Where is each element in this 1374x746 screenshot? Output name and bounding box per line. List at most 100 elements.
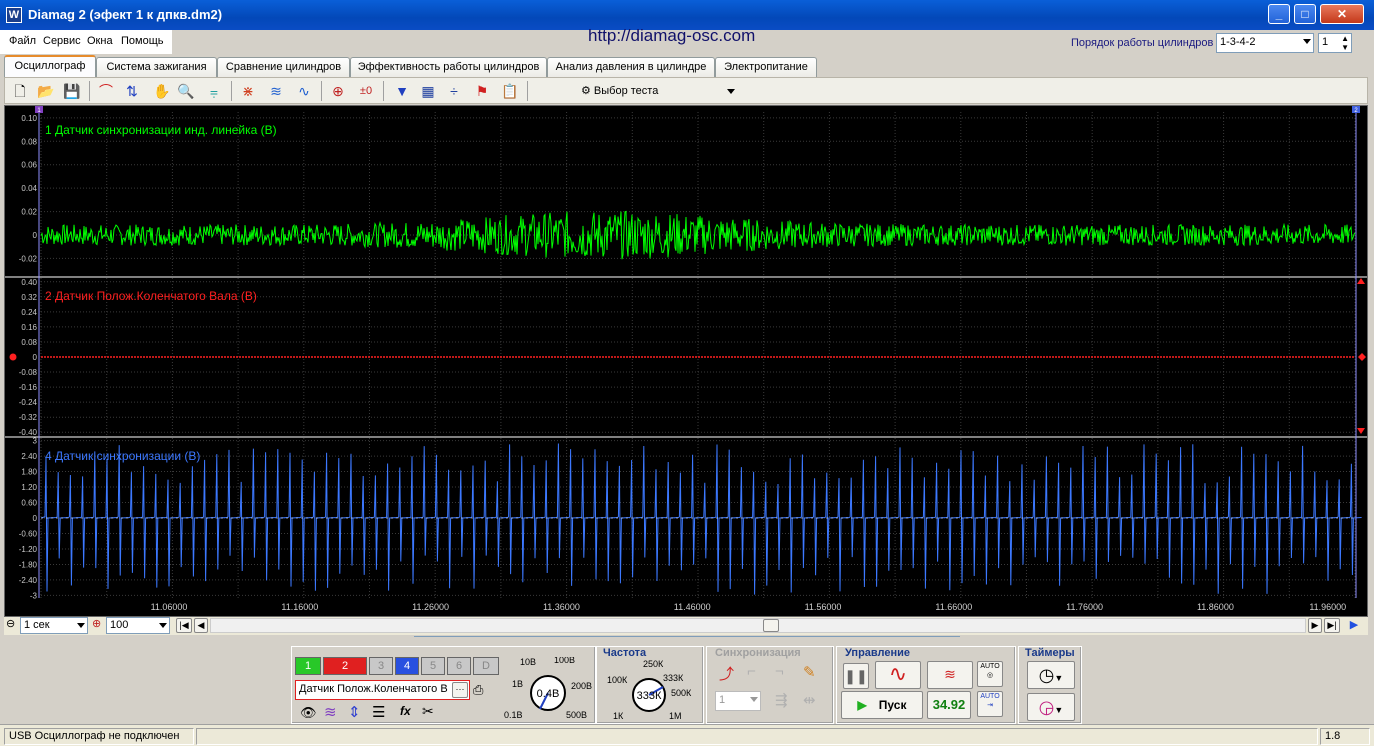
filter-icon[interactable]: ⩦ [203, 81, 225, 101]
printer-icon[interactable]: ⎙ [473, 682, 491, 700]
channel-button-6[interactable]: 6 [447, 657, 471, 675]
more-button[interactable]: ··· [452, 682, 468, 698]
sync-offset-icon[interactable]: ⇹ [803, 691, 816, 709]
voltage-value: 0.4В [537, 688, 560, 700]
cylinder-order-select[interactable]: 1-3-4-2 [1216, 33, 1314, 53]
goto-start-button[interactable]: |◀ [176, 618, 192, 633]
notes-icon[interactable]: 📋 [499, 81, 521, 101]
lines-icon[interactable]: ☰ [372, 703, 385, 721]
sync-icon[interactable]: ⌒ [95, 81, 117, 101]
website-url[interactable]: http://diamag-osc.com [588, 26, 755, 46]
channel-button-4[interactable]: 4 [395, 657, 419, 675]
scroll-right-button[interactable]: ▶ [1308, 618, 1322, 633]
divider-icon[interactable]: ÷ [443, 81, 465, 101]
auto-button[interactable]: AUTO ◎ [977, 661, 1003, 687]
channel-button-3[interactable]: 3 [369, 657, 393, 675]
rising-edge-icon[interactable]: ⤴ [719, 663, 734, 684]
zoom-icon[interactable]: 🔍 [175, 81, 197, 101]
test-select[interactable]: ⚙ Выбор теста [579, 81, 737, 101]
y-tick-label: 0.60 [21, 499, 37, 508]
save-icon[interactable]: 💾 [61, 81, 83, 101]
tab-pressure-analysis[interactable]: Анализ давления в цилиндре [547, 57, 715, 77]
toolbar: 🗋 📂 💾 ⌒ ⇅ ✋ 🔍 ⩦ ⋇ ≋ ∿ ⊕ ±0 ▼ ▦ ÷ ⚑ 📋 ⚙ В… [4, 77, 1368, 104]
oscilloscope-plot[interactable]: 0.10 0.08 0.06 0.04 0.02 0 -0.02 1 Датчик синхр… [5, 106, 1367, 616]
frequency-knob[interactable]: 333К 250К 100К 333К 500К 1К 1М [601, 659, 701, 723]
zoom-in-icon[interactable]: ⊕ [92, 618, 104, 631]
menu-windows[interactable]: Окна [87, 35, 113, 47]
spin-arrows-icon[interactable]: ▲ ▼ [1341, 34, 1349, 52]
tab-cylinder-compare[interactable]: Сравнение цилиндров [217, 57, 350, 77]
cursor-icon[interactable]: ⇅ [121, 81, 143, 101]
close-button[interactable]: ✕ [1320, 4, 1364, 24]
channel-button-1[interactable]: 1 [295, 657, 321, 675]
eye-icon[interactable]: 👁 [300, 705, 317, 721]
start-label: Пуск [878, 698, 907, 712]
y-tick-label: -2.40 [19, 576, 38, 585]
volt-mark: 500В [566, 710, 587, 720]
freq-mark: 333К [663, 673, 684, 683]
clock-icon: ◷ [1038, 665, 1055, 685]
minimize-button[interactable]: _ [1268, 4, 1290, 24]
channel-button-5[interactable]: 5 [421, 657, 445, 675]
open-folder-icon[interactable]: 📂 [35, 81, 57, 101]
sync-channel-select[interactable]: 1 [715, 691, 761, 711]
oscilloscope-view[interactable]: 0.10 0.08 0.06 0.04 0.02 0 -0.02 1 Датчик синхр… [4, 105, 1368, 617]
tab-ignition[interactable]: Система зажигания [96, 57, 217, 77]
auto-sync-button[interactable]: AUTO ⇥ [977, 691, 1003, 717]
function-icon[interactable]: fx [400, 704, 411, 718]
test-select-label: Выбор теста [593, 85, 659, 97]
tab-power[interactable]: Электропитание [715, 57, 817, 77]
play-icon[interactable]: ▶ [1344, 618, 1364, 633]
flag-icon[interactable]: ⚑ [471, 81, 493, 101]
waves-icon[interactable]: ∿ [293, 81, 315, 101]
auto-sync-icon[interactable]: ✎ [803, 663, 816, 681]
start-button[interactable]: ▶ Пуск [841, 691, 923, 719]
overlay-icon[interactable]: ≋ [265, 81, 287, 101]
tab-oscilloscope[interactable]: Осциллограф [4, 55, 96, 77]
grid-icon[interactable]: ▦ [417, 81, 439, 101]
menu-help[interactable]: Помощь [121, 35, 164, 47]
multi-wave-button[interactable]: ≋ [927, 661, 973, 689]
panel-splitter[interactable] [414, 636, 960, 640]
timer-stopwatch-button[interactable]: ◶▼ [1027, 693, 1075, 721]
y-tick-label: 2.40 [21, 452, 37, 461]
scrollbar-thumb[interactable] [763, 619, 779, 632]
channel-button-2[interactable]: 2 [323, 657, 367, 675]
menu-file[interactable]: Файл [9, 35, 36, 47]
timer-clock-button[interactable]: ◷▼ [1027, 661, 1075, 689]
sync-level-icon[interactable]: ⇶ [775, 691, 788, 709]
y-tick-label: -0.02 [19, 254, 38, 263]
scroll-left-button[interactable]: ◀ [194, 618, 208, 633]
vertical-move-icon[interactable]: ⇕ [348, 703, 361, 721]
y-tick-label: -0.16 [19, 383, 38, 392]
tools-icon[interactable]: ✂ [422, 703, 434, 720]
menu-service[interactable]: Сервис [43, 35, 81, 47]
timers-group: Таймеры ◷▼ ◶▼ [1018, 646, 1082, 724]
channel-button-digital[interactable]: D [473, 657, 499, 675]
zero-icon[interactable]: ±0 [355, 81, 377, 101]
step-up-icon[interactable]: ⌐ [747, 663, 756, 680]
voltage-knob[interactable]: 0.4В 10В 100В 1В 200В 0.1В 500В [500, 657, 596, 723]
time-scale-select[interactable]: 1 сек [20, 617, 88, 634]
channel-name-field[interactable]: Датчик Полож.Коленчатого В [295, 680, 470, 700]
sine-wave-button[interactable]: ∿ [875, 661, 921, 689]
zoom-select[interactable]: 100 [106, 617, 170, 634]
hand-icon[interactable]: ✋ [151, 81, 173, 101]
marker-icon[interactable]: ▼ [391, 81, 413, 101]
toolbar-separator [527, 81, 528, 101]
cylinder-spin-value: 1 [1322, 36, 1329, 48]
cylinder-spin[interactable]: 1 ▲ ▼ [1318, 33, 1352, 53]
time-scrollbar[interactable] [210, 618, 1306, 633]
tab-cylinder-efficiency[interactable]: Эффективность работы цилиндров [350, 57, 547, 77]
auto-icon[interactable]: ⊕ [327, 81, 349, 101]
step-down-icon[interactable]: ¬ [775, 663, 784, 680]
zoom-out-icon[interactable]: ⊖ [6, 618, 18, 632]
new-file-icon[interactable]: 🗋 [9, 81, 31, 101]
app-icon: W [6, 7, 22, 23]
pause-icon[interactable]: ❚❚ [843, 663, 869, 689]
noise-icon[interactable]: ≋ [324, 703, 337, 721]
maximize-button[interactable]: □ [1294, 4, 1316, 24]
frequency-title: Частота [603, 647, 647, 659]
spectrum-icon[interactable]: ⋇ [237, 81, 259, 101]
goto-end-button[interactable]: ▶| [1324, 618, 1340, 633]
